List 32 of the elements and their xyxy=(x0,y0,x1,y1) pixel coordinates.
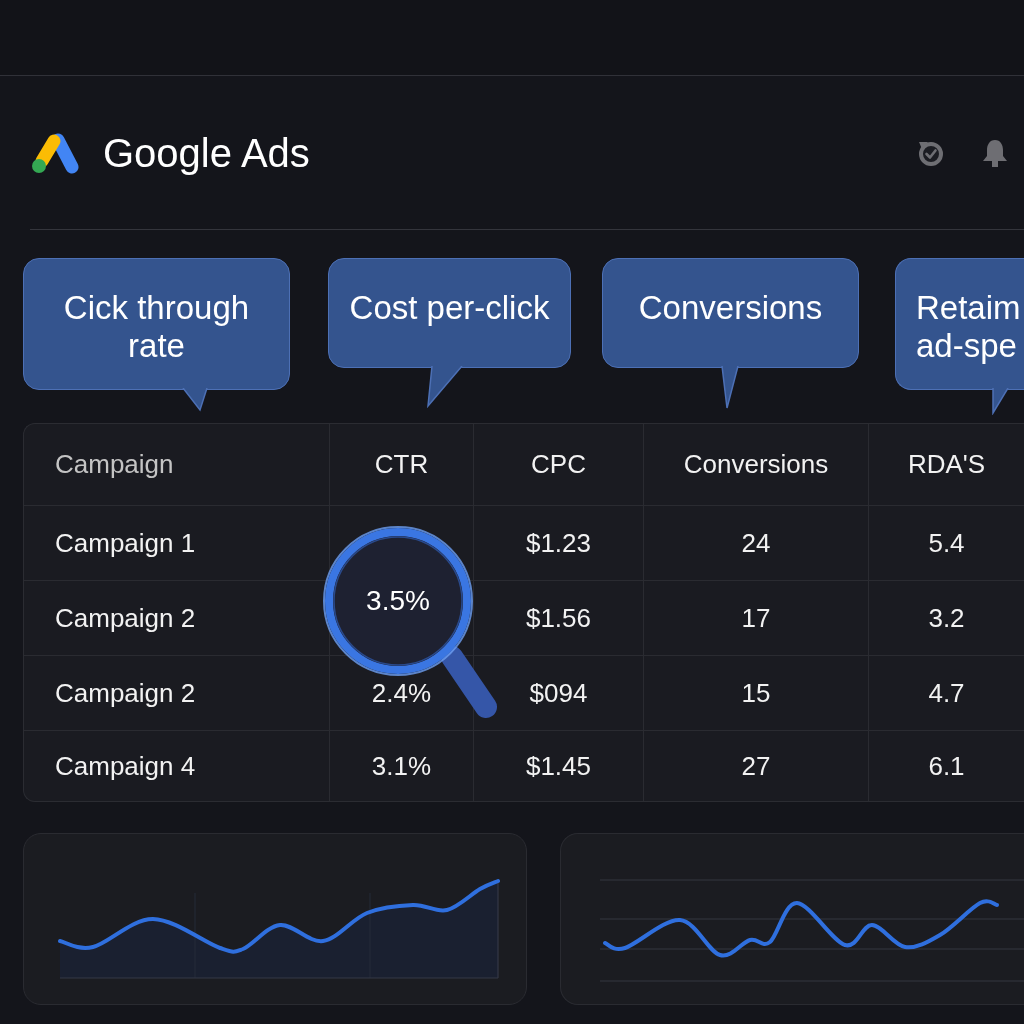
callout-bubble: Conversions xyxy=(602,258,859,368)
callout-pointer xyxy=(426,366,464,408)
callout-bubble: Retaim ad-spe xyxy=(895,258,1024,390)
table-cell: Campaign 2 xyxy=(24,656,330,731)
table-cell-text: 6.1 xyxy=(927,749,966,783)
app-title: Google Ads xyxy=(103,132,310,173)
table-cell: $1.23 xyxy=(474,506,644,581)
table-cell: 3.1% xyxy=(330,731,474,801)
table-cell: Campaign 4 xyxy=(24,731,330,801)
callout-bubble: Cost per-click xyxy=(328,258,571,368)
table-cell: 5.4 xyxy=(869,506,1024,581)
callout-pointer xyxy=(181,388,209,412)
table-cell: 15 xyxy=(644,656,869,731)
table-cell: 27 xyxy=(644,731,869,801)
column-header: CTR xyxy=(330,424,474,506)
table-cell: 4.7 xyxy=(869,656,1024,731)
table-cell: 24 xyxy=(644,506,869,581)
column-header: CPC xyxy=(474,424,644,506)
callout-bubble: Cick through rate xyxy=(23,258,290,390)
table-cell: Campaign 1 xyxy=(24,506,330,581)
table-cell: 3.2 xyxy=(869,581,1024,656)
table-cell: 17 xyxy=(644,581,869,656)
bell-icon[interactable] xyxy=(981,137,1009,168)
table-cell: $094 xyxy=(474,656,644,731)
column-header: Conversions xyxy=(644,424,869,506)
table-cell: $1.45 xyxy=(474,731,644,801)
column-header: Campaign xyxy=(24,424,330,506)
magnified-value: 3.5% xyxy=(366,585,430,617)
table-cell: $1.56 xyxy=(474,581,644,656)
column-header: RDA'S xyxy=(869,424,1024,506)
callout-pointer xyxy=(991,388,1010,415)
callout-pointer xyxy=(720,366,740,410)
